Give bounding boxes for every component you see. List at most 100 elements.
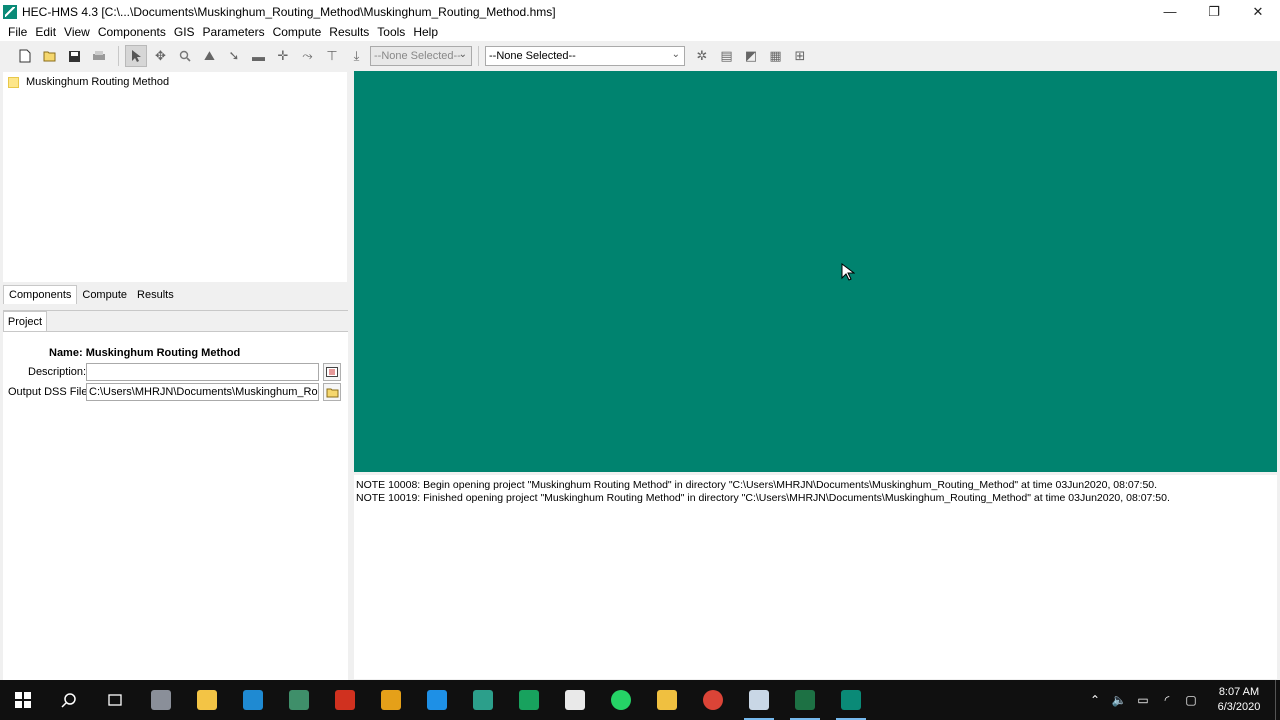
log-line: NOTE 10019: Finished opening project "Mu…	[356, 492, 1170, 504]
battery-icon[interactable]: ▭	[1131, 680, 1155, 720]
toolbar-separator	[478, 46, 479, 66]
new-project-icon[interactable]	[14, 45, 36, 67]
menu-components[interactable]: Components	[94, 23, 170, 41]
element-selector-value: --None Selected--	[489, 50, 576, 62]
run-selector-value: --None Selected--	[374, 50, 461, 62]
soft-app-icon[interactable]	[368, 680, 414, 720]
output-dss-label: Output DSS File:	[8, 386, 91, 398]
folder-icon	[8, 76, 19, 88]
title-bar[interactable]: HEC-HMS 4.3 [C:\...\Documents\Muskinghum…	[0, 0, 1280, 23]
menu-view[interactable]: View	[60, 23, 94, 41]
basin-model-canvas[interactable]	[354, 71, 1277, 472]
hec-hms-window: HEC-HMS 4.3 [C:\...\Documents\Muskinghum…	[0, 0, 1280, 680]
start-button[interactable]	[0, 680, 46, 720]
task-view-icon[interactable]	[92, 680, 138, 720]
save-project-icon[interactable]	[63, 45, 85, 67]
project-properties: Name: Muskinghum Routing Method Descript…	[3, 331, 348, 680]
junction-tool-icon[interactable]: ✛	[272, 45, 294, 67]
graph-icon[interactable]: ◩	[740, 45, 762, 67]
element-selector[interactable]: --None Selected-- ⌄	[485, 46, 685, 66]
windows-taskbar: ⌃ 🔈 ▭ ◜ ▢ 8:07 AM 6/3/2020	[0, 680, 1280, 720]
tree-node-project[interactable]: Muskinghum Routing Method	[8, 76, 169, 88]
system-tray: ⌃ 🔈 ▭ ◜ ▢ 8:07 AM 6/3/2020	[1083, 680, 1280, 720]
notepad-icon[interactable]	[552, 680, 598, 720]
menu-gis[interactable]: GIS	[170, 23, 199, 41]
clock[interactable]: 8:07 AM 6/3/2020	[1203, 685, 1275, 715]
output-dss-input[interactable]: C:\Users\MHRJN\Documents\Muskinghum_Rout…	[86, 383, 319, 401]
menu-tools[interactable]: Tools	[373, 23, 409, 41]
menu-results[interactable]: Results	[325, 23, 373, 41]
hec-app-icon[interactable]	[506, 680, 552, 720]
tab-results[interactable]: Results	[132, 286, 179, 304]
paint-app-icon[interactable]	[736, 680, 782, 720]
compute-run-icon[interactable]: ✲	[691, 45, 713, 67]
pan-tool-icon[interactable]: ✥	[150, 45, 172, 67]
global-summary-icon[interactable]: ▤	[716, 45, 738, 67]
description-input[interactable]	[86, 363, 319, 381]
arrow-tool-icon[interactable]	[125, 45, 147, 67]
vscode-icon[interactable]	[230, 680, 276, 720]
sink-tool-icon[interactable]: ⤓	[346, 45, 368, 67]
tab-project[interactable]: Project	[3, 311, 47, 331]
chevron-down-icon: ⌄	[458, 49, 467, 60]
volume-icon[interactable]: 🔈	[1107, 680, 1131, 720]
wifi-icon[interactable]: ◜	[1155, 680, 1179, 720]
excel-icon[interactable]	[782, 680, 828, 720]
mouse-cursor-icon	[841, 263, 855, 281]
explorer-tabs: Components Compute Results	[3, 282, 348, 304]
show-desktop-button[interactable]	[1275, 680, 1280, 720]
tab-project-label: Project	[7, 315, 43, 328]
open-project-icon[interactable]	[39, 45, 61, 67]
minimize-button[interactable]: —	[1148, 0, 1192, 23]
subbasin-tool-icon[interactable]: ⛰	[199, 45, 221, 67]
notification-icon[interactable]: ▢	[1179, 680, 1203, 720]
acrobat-icon[interactable]	[322, 680, 368, 720]
chrome-icon[interactable]	[690, 680, 736, 720]
sync-app-icon[interactable]	[414, 680, 460, 720]
menu-parameters[interactable]: Parameters	[199, 23, 269, 41]
menu-file[interactable]: File	[4, 23, 31, 41]
folder-app-icon[interactable]	[644, 680, 690, 720]
hec-ras-icon[interactable]	[460, 680, 506, 720]
arcgis-icon[interactable]	[276, 680, 322, 720]
message-log[interactable]: NOTE 10008: Begin opening project "Muski…	[354, 475, 1277, 679]
menu-edit[interactable]: Edit	[31, 23, 60, 41]
chevron-up-icon[interactable]: ⌃	[1083, 680, 1107, 720]
project-name-row: Name: Muskinghum Routing Method	[49, 347, 240, 359]
toolbar: ✥ ⛰ ➘ ▬ ✛ ⤳ ⊤ ⤓ --None Selected-- ⌄ --No…	[0, 42, 1280, 70]
run-selector[interactable]: --None Selected-- ⌄	[370, 46, 472, 66]
component-editor: Project Name: Muskinghum Routing Method …	[3, 310, 348, 680]
watershed-explorer[interactable]: Muskinghum Routing Method	[3, 72, 347, 282]
reach-tool-icon[interactable]: ➘	[223, 45, 245, 67]
clock-time: 8:07 AM	[1218, 686, 1260, 698]
close-button[interactable]: ✕	[1236, 0, 1280, 23]
summary-table-icon[interactable]: ▦	[765, 45, 787, 67]
source-tool-icon[interactable]: ⊤	[321, 45, 343, 67]
left-pane: Muskinghum Routing Method Components Com…	[3, 72, 348, 680]
browse-folder-icon[interactable]	[323, 383, 341, 401]
menu-help[interactable]: Help	[409, 23, 442, 41]
name-label: Name:	[49, 347, 83, 359]
log-line: NOTE 10008: Begin opening project "Muski…	[356, 479, 1158, 491]
whatsapp-icon[interactable]	[598, 680, 644, 720]
description-editor-icon[interactable]	[323, 363, 341, 381]
file-explorer-icon[interactable]	[184, 680, 230, 720]
hec-hms-app-icon	[3, 4, 17, 19]
zoom-tool-icon[interactable]	[174, 45, 196, 67]
tab-components[interactable]: Components	[3, 285, 78, 304]
tab-compute[interactable]: Compute	[77, 286, 132, 304]
settings-app-icon[interactable]	[138, 680, 184, 720]
hec-hms-taskbar-icon[interactable]	[828, 680, 874, 720]
print-icon[interactable]	[88, 45, 110, 67]
restore-button[interactable]: ❐	[1192, 0, 1236, 23]
clock-date: 6/3/2020	[1217, 701, 1261, 713]
diversion-tool-icon[interactable]: ⤳	[297, 45, 319, 67]
search-icon[interactable]	[46, 680, 92, 720]
menu-compute[interactable]: Compute	[269, 23, 326, 41]
window-title: HEC-HMS 4.3 [C:\...\Documents\Muskinghum…	[22, 4, 556, 19]
reservoir-tool-icon[interactable]: ▬	[248, 45, 270, 67]
toolbar-separator	[118, 46, 119, 66]
time-series-table-icon[interactable]: ⊞	[789, 45, 811, 67]
chevron-down-icon: ⌄	[671, 49, 680, 60]
tree-node-label: Muskinghum Routing Method	[26, 76, 170, 88]
